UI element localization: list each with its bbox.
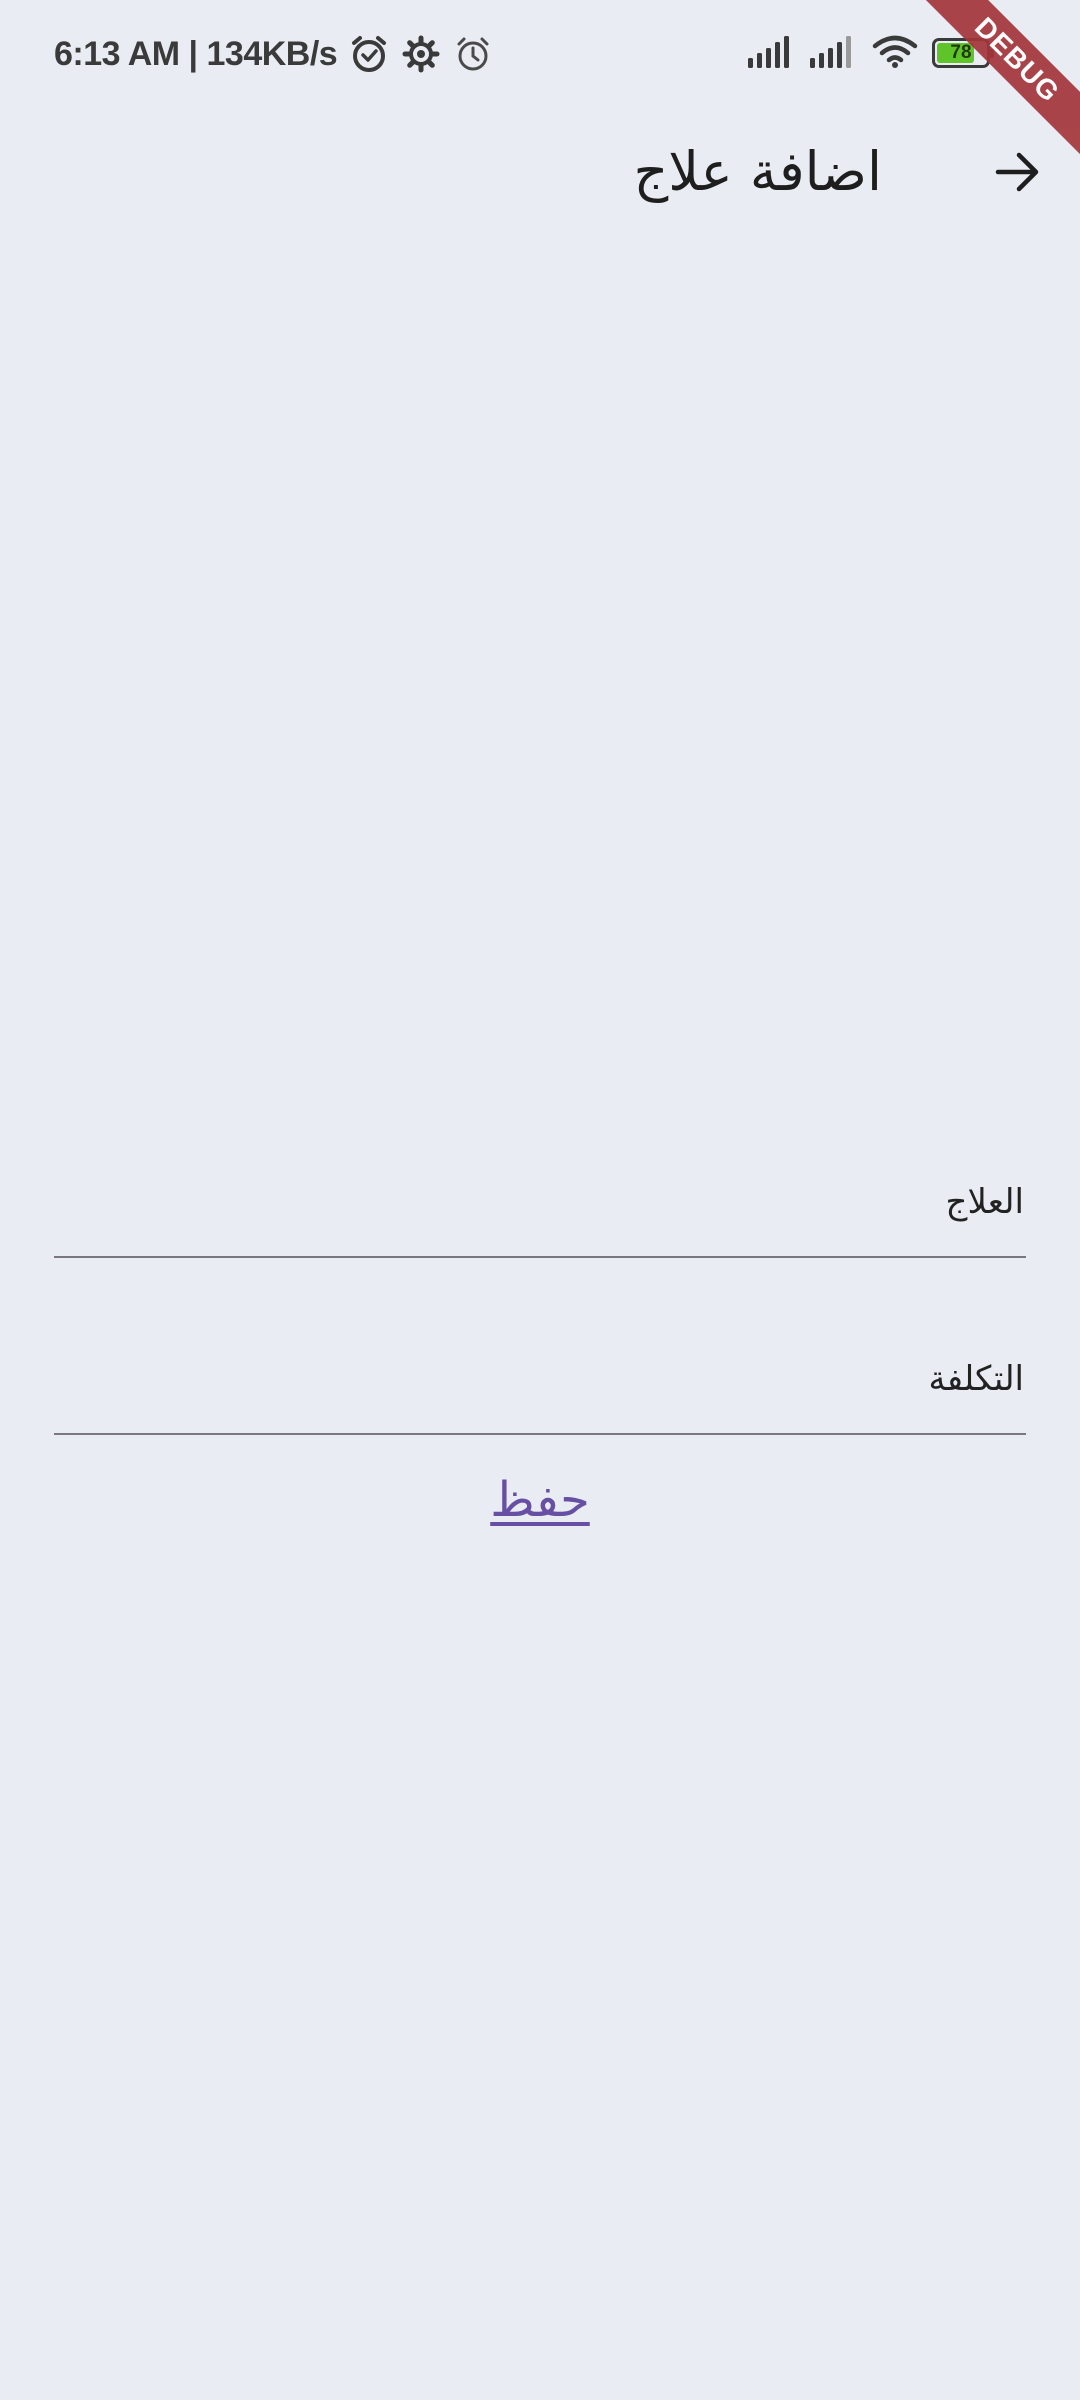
signal-bars-icon — [748, 34, 796, 72]
page-title: اضافة علاج — [633, 140, 882, 203]
status-right: 78 — [748, 34, 994, 72]
screen: 6:13 AM | 134KB/s 78 DEBUG اضافة علاج ال… — [0, 0, 1080, 2400]
app-bar: اضافة علاج — [0, 112, 1080, 232]
settings-gear-icon — [401, 34, 441, 74]
save-button-label: حفظ — [490, 1472, 590, 1528]
alarm-clock-icon — [349, 34, 389, 74]
cost-input[interactable] — [54, 1325, 1026, 1433]
cost-field — [54, 1325, 1026, 1435]
status-bar: 6:13 AM | 134KB/s 78 — [0, 0, 1080, 112]
arrow-right-icon — [995, 152, 1039, 192]
save-button[interactable]: حفظ — [0, 1462, 1080, 1538]
status-left: 6:13 AM | 134KB/s — [54, 34, 493, 74]
signal-bars-icon — [810, 34, 858, 72]
treatment-input[interactable] — [54, 1148, 1026, 1256]
wifi-icon — [872, 34, 918, 72]
treatment-field — [54, 1148, 1026, 1258]
back-button[interactable] — [980, 134, 1056, 210]
alarm-icon — [453, 34, 493, 74]
status-time: 6:13 AM | 134KB/s — [54, 34, 338, 73]
